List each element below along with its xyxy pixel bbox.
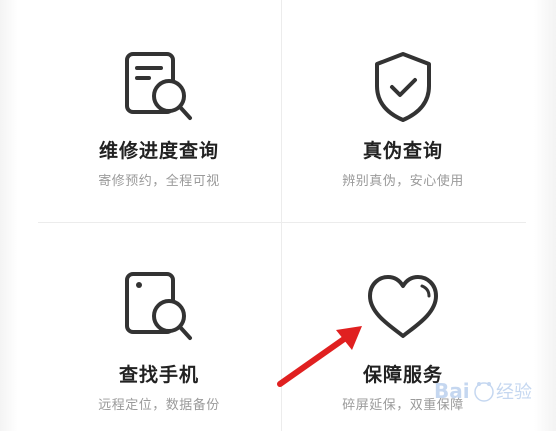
right-edge-shadow	[534, 0, 556, 431]
svg-text:经验: 经验	[496, 382, 532, 403]
shield-check-icon	[375, 52, 431, 122]
service-grid-screen: 维修进度查询 寄修预约，全程可视 真伪查询 辨别真伪，安心使用 查找手机 远程定…	[0, 0, 556, 431]
document-search-icon	[125, 52, 192, 120]
svg-text:Bai: Bai	[434, 379, 470, 403]
heart-icon	[368, 275, 438, 338]
tile-title: 真伪查询	[362, 140, 443, 162]
tile-subtitle: 远程定位，数据备份	[98, 398, 220, 413]
tile-subtitle: 辨别真伪，安心使用	[342, 174, 464, 189]
tile-subtitle: 寄修预约，全程可视	[98, 174, 220, 189]
tile-repair-progress[interactable]: 维修进度查询 寄修预约，全程可视	[38, 20, 280, 220]
annotation-arrow-icon	[277, 326, 362, 387]
baidu-watermark-logo: Bai 经验	[434, 379, 532, 403]
phone-search-icon	[125, 272, 192, 340]
tile-title: 查找手机	[118, 364, 199, 386]
tile-title: 维修进度查询	[98, 140, 219, 162]
left-edge-shadow	[0, 0, 18, 431]
tile-find-phone[interactable]: 查找手机 远程定位，数据备份	[38, 226, 280, 426]
tile-authenticity-check[interactable]: 真伪查询 辨别真伪，安心使用	[282, 20, 524, 220]
horizontal-divider	[38, 222, 526, 223]
